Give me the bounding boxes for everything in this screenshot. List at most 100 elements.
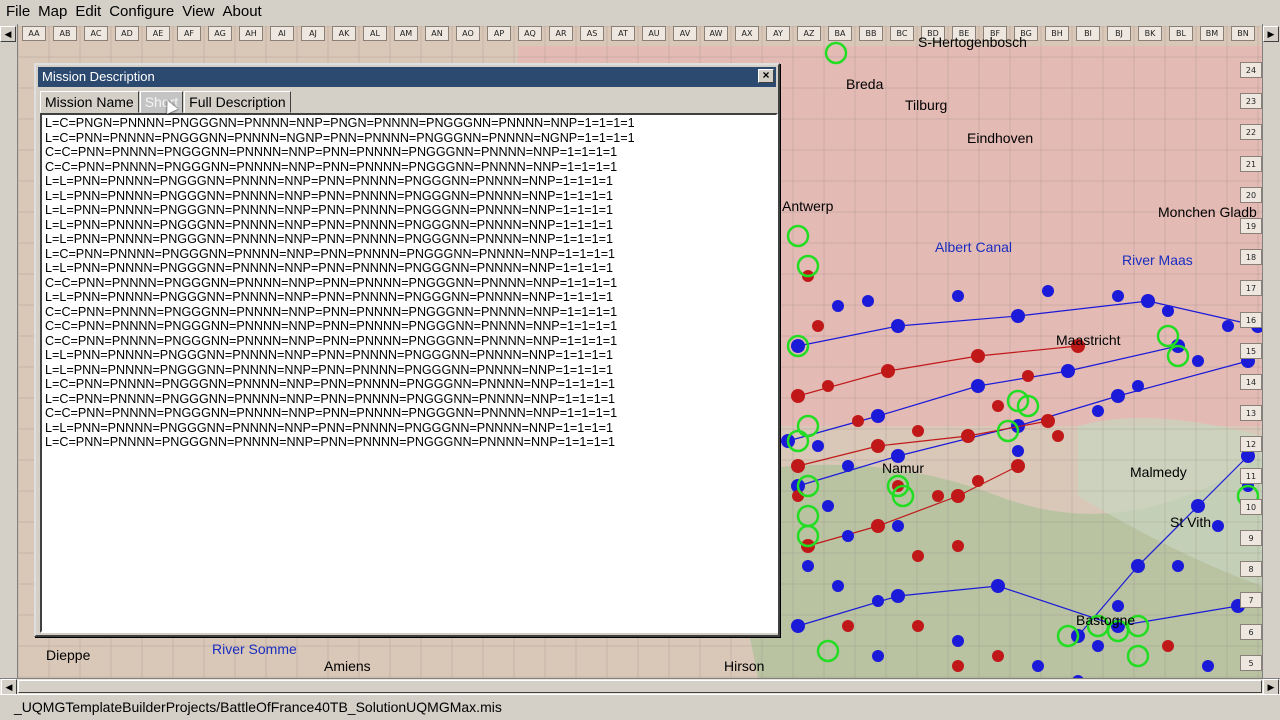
scroll-left-arrow-icon[interactable]: ◀ — [1, 679, 17, 695]
blue-unit-marker — [842, 530, 854, 542]
description-line: C=C=PNN=PNNNN=PNGGGNN=PNNNN=NNP=PNN=PNNN… — [45, 145, 618, 159]
red-unit-marker — [932, 490, 944, 502]
menu-about[interactable]: About — [219, 0, 266, 24]
column-header: AB — [53, 26, 77, 41]
column-header: AA — [22, 26, 46, 41]
menu-map[interactable]: Map — [34, 0, 71, 24]
city-label-s-hertogenbosch: S-Hertogenbosch — [918, 34, 1027, 50]
row-header: 22 — [1240, 124, 1262, 141]
row-header: 15 — [1240, 342, 1262, 359]
menu-view[interactable]: View — [178, 0, 218, 24]
mission-description-textarea[interactable]: L=C=PNGN=PNNNN=PNGGGNN=PNNNN=NNP=PNGN=PN… — [40, 113, 778, 633]
column-header: AW — [704, 26, 728, 41]
red-unit-marker — [812, 320, 824, 332]
blue-unit-marker — [1012, 445, 1024, 457]
blue-unit-marker — [1132, 380, 1144, 392]
column-header: AO — [456, 26, 480, 41]
column-header: BN — [1231, 26, 1255, 41]
scroll-right-arrow-icon[interactable]: ▶ — [1263, 26, 1279, 42]
close-icon[interactable]: × — [758, 69, 774, 83]
description-line: L=C=PNN=PNNNN=PNGGGNN=PNNNN=NGNP=PNN=PNN… — [45, 130, 635, 145]
blue-unit-marker — [812, 440, 824, 452]
red-unit-marker — [912, 620, 924, 632]
status-file-path: _UQMGTemplateBuilderProjects/BattleOfFra… — [14, 699, 502, 715]
city-label-maastricht: Maastricht — [1056, 332, 1121, 348]
row-header: 5 — [1240, 654, 1262, 671]
blue-unit-marker — [1042, 285, 1054, 297]
column-header: AN — [425, 26, 449, 41]
city-label-namur: Namur — [882, 460, 925, 476]
blue-unit-marker — [832, 300, 844, 312]
blue-unit-marker — [952, 635, 964, 647]
blue-unit-marker — [1222, 320, 1234, 332]
row-header: 21 — [1240, 155, 1262, 172]
row-header: 7 — [1240, 592, 1262, 609]
column-header: AC — [84, 26, 108, 41]
column-header: AV — [673, 26, 697, 41]
water-label-river-somme: River Somme — [212, 641, 297, 657]
red-unit-marker — [1162, 640, 1174, 652]
description-line: C=C=PNN=PNNNN=PNGGGNN=PNNNN=NNP=PNN=PNNN… — [45, 319, 618, 333]
city-label-antwerp: Antwerp — [782, 198, 834, 214]
scrollbar-thumb[interactable] — [18, 680, 1262, 693]
red-unit-marker — [852, 415, 864, 427]
city-label-malmedy: Malmedy — [1130, 464, 1187, 480]
red-unit-marker — [952, 660, 964, 672]
scroll-left-arrow-icon[interactable]: ◀ — [0, 26, 16, 42]
blue-unit-marker — [802, 560, 814, 572]
red-unit-marker — [952, 540, 964, 552]
menu-bar: File Map Edit Configure View About — [0, 0, 1280, 24]
column-header: BK — [1138, 26, 1162, 41]
blue-unit-marker — [1212, 520, 1224, 532]
menu-configure[interactable]: Configure — [105, 0, 178, 24]
row-header: 8 — [1240, 561, 1262, 578]
red-unit-marker — [972, 475, 984, 487]
waypoint-marker — [891, 319, 905, 333]
row-header: 20 — [1240, 186, 1262, 203]
blue-unit-marker — [1202, 660, 1214, 672]
row-header: 11 — [1240, 467, 1262, 484]
waypoint-marker — [971, 379, 985, 393]
menu-file[interactable]: File — [2, 0, 34, 24]
blue-unit-marker — [872, 595, 884, 607]
water-label-river-maas: River Maas — [1122, 252, 1193, 268]
column-header: BJ — [1107, 26, 1131, 41]
waypoint-marker — [1011, 459, 1025, 473]
city-label-breda: Breda — [846, 76, 884, 92]
column-header: AF — [177, 26, 201, 41]
city-label-amiens: Amiens — [324, 658, 371, 674]
red-unit-marker — [1052, 430, 1064, 442]
tab-full-description[interactable]: Full Description — [184, 91, 291, 113]
horizontal-scrollbar[interactable]: ◀ ▶ — [0, 678, 1280, 695]
waypoint-marker — [871, 439, 885, 453]
blue-unit-marker — [1172, 560, 1184, 572]
city-label-eindhoven: Eindhoven — [967, 130, 1034, 146]
waypoint-marker — [881, 364, 895, 378]
scroll-right-arrow-icon[interactable]: ▶ — [1263, 679, 1279, 695]
description-line: L=C=PNGN=PNNNN=PNGGGNN=PNNNN=NNP=PNGN=PN… — [45, 116, 635, 130]
description-line: L=L=PNN=PNNNN=PNGGGNN=PNNNN=NNP=PNN=PNNN… — [45, 348, 613, 362]
red-unit-marker — [842, 620, 854, 632]
blue-unit-marker — [952, 290, 964, 302]
red-unit-marker — [992, 650, 1004, 662]
city-label-tilburg: Tilburg — [905, 97, 948, 113]
waypoint-marker — [1011, 309, 1025, 323]
left-scroll-strip[interactable]: ◀ — [0, 24, 18, 678]
description-line: L=C=PNN=PNNNN=PNGGGNN=PNNNN=NNP=PNN=PNNN… — [45, 377, 616, 391]
waypoint-marker — [791, 459, 805, 473]
blue-unit-marker — [842, 460, 854, 472]
tab-mission-name[interactable]: Mission Name — [40, 91, 139, 113]
waypoint-marker — [1061, 364, 1075, 378]
column-header: AL — [363, 26, 387, 41]
waypoint-marker — [1191, 499, 1205, 513]
menu-edit[interactable]: Edit — [71, 0, 105, 24]
row-header: 14 — [1240, 374, 1262, 390]
row-header: 19 — [1240, 218, 1262, 234]
blue-unit-marker — [1032, 660, 1044, 672]
dialog-title[interactable]: Mission Description — [38, 67, 776, 87]
right-scroll-strip[interactable]: ▶ — [1262, 24, 1280, 678]
description-line: C=C=PNN=PNNNN=PNGGGNN=PNNNN=NNP=PNN=PNNN… — [45, 304, 618, 319]
description-line: L=C=PNN=PNNNN=PNGGGNN=PNNNN=NNP=PNN=PNNN… — [45, 391, 616, 406]
row-header: 23 — [1240, 93, 1262, 110]
column-header: AP — [487, 26, 511, 41]
